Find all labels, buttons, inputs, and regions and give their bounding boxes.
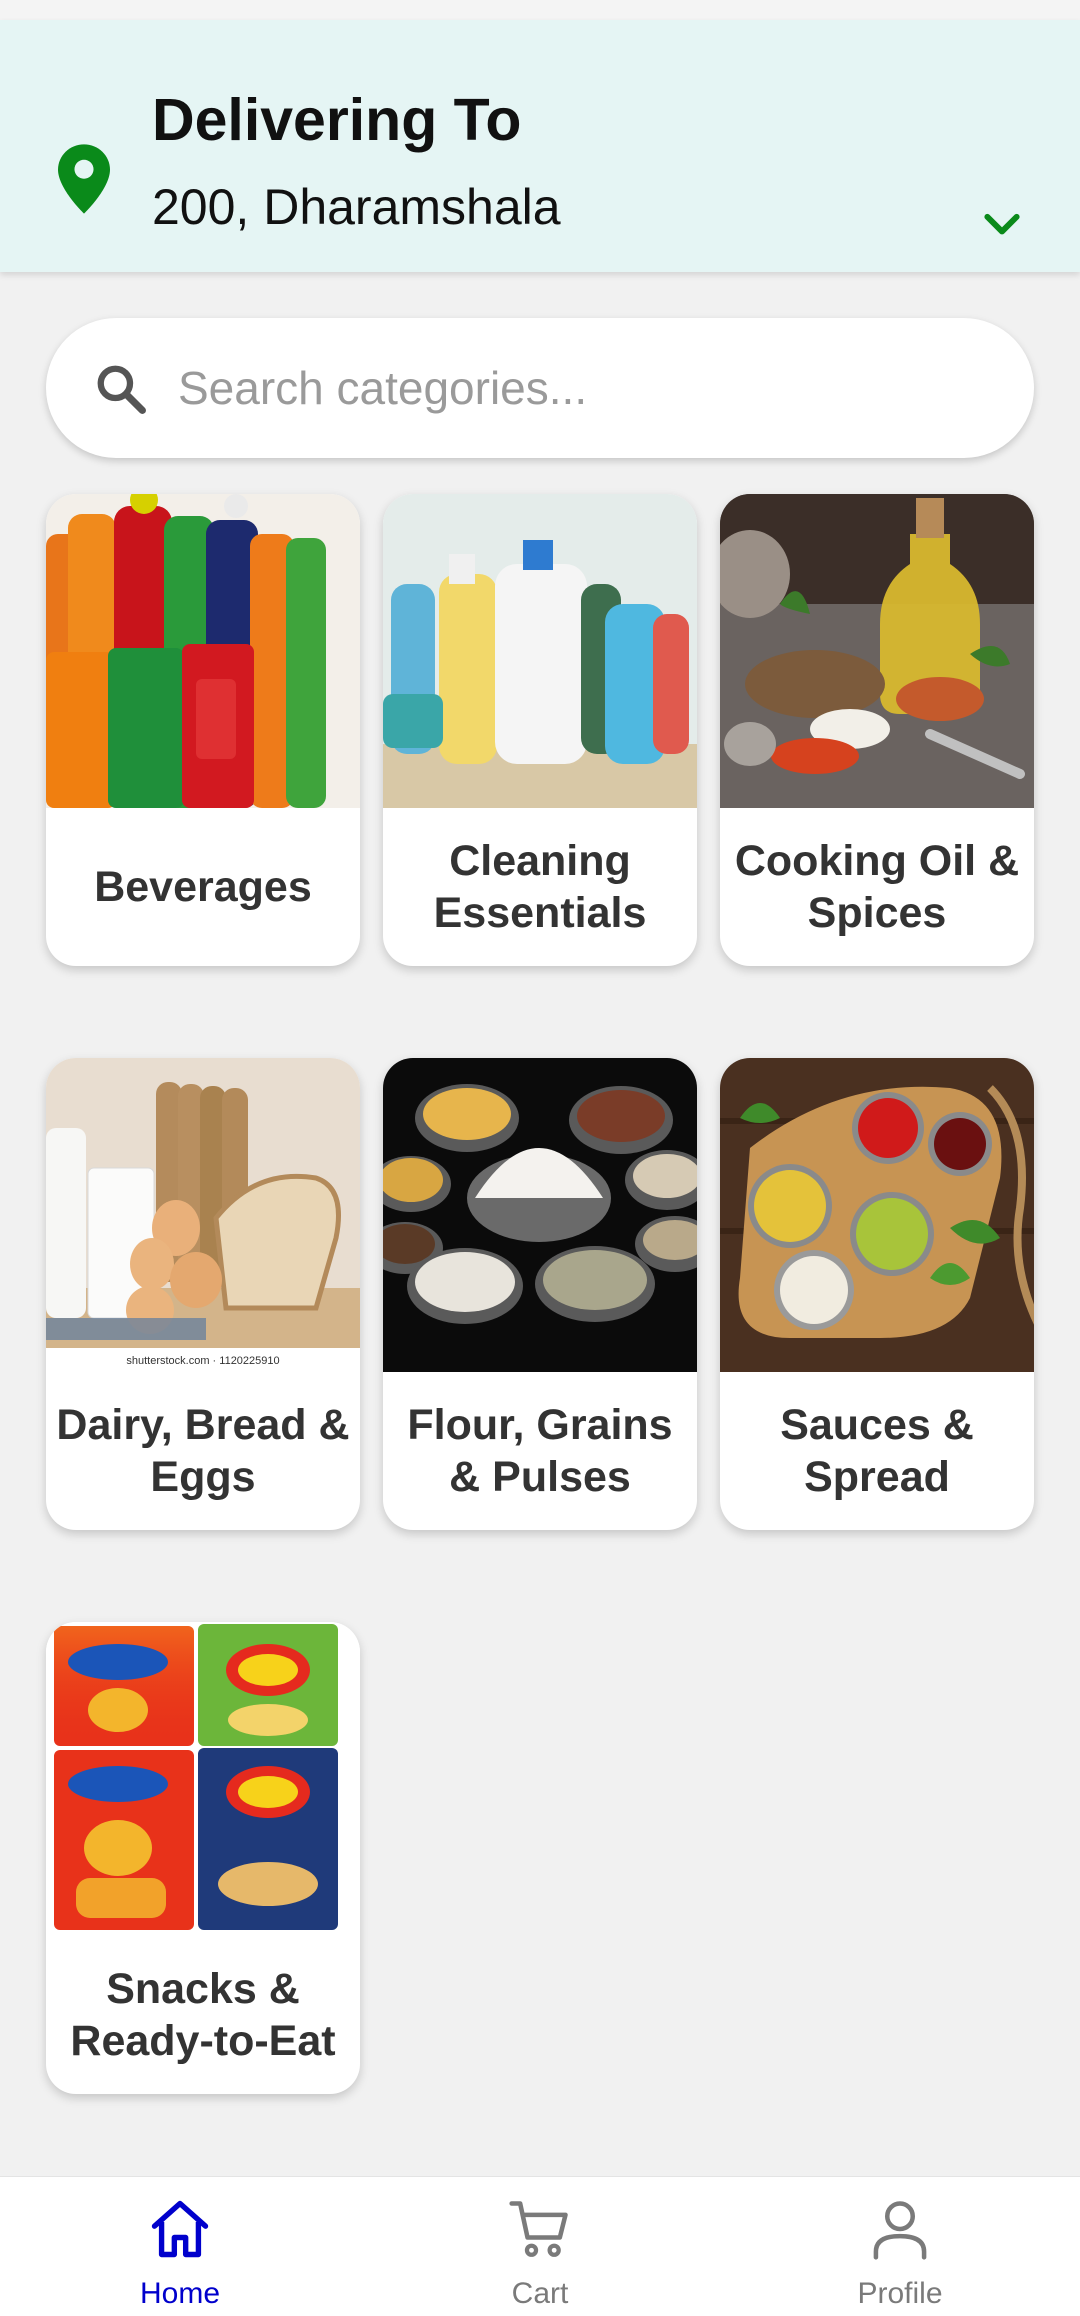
dairy-watermark: shutterstock.com · 1120225910 [126, 1355, 279, 1367]
nav-cart[interactable]: Cart [360, 2177, 720, 2316]
cart-icon [509, 2201, 568, 2257]
category-label: Flour, Grains & Pulses [407, 1400, 673, 1501]
nav-home[interactable]: Home [0, 2177, 360, 2316]
search-icon [97, 365, 146, 414]
delivery-header[interactable]: Delivering To 200, Dharamshala [0, 20, 1080, 272]
status-bar [0, 0, 1080, 20]
category-card-beverages[interactable]: Beverages [46, 494, 360, 966]
cleaning-image [383, 494, 697, 808]
grains-image [383, 1058, 697, 1372]
home-icon [151, 2200, 209, 2258]
category-label: Snacks & Ready-to-Eat [70, 1964, 336, 2065]
category-label: Sauces & Spread [780, 1400, 974, 1501]
category-card-cooking-oil-spices[interactable]: Cooking Oil & Spices [720, 494, 1034, 966]
search-input[interactable] [178, 348, 998, 428]
category-label: Dairy, Bread & Eggs [56, 1400, 350, 1501]
category-card-dairy-bread-eggs[interactable]: shutterstock.com · 1120225910 Dairy, Bre… [46, 1058, 360, 1530]
delivery-address[interactable]: 200, Dharamshala [152, 178, 561, 236]
nav-cart-label: Cart [511, 2277, 569, 2310]
category-card-snacks-ready-to-eat[interactable]: Snacks & Ready-to-Eat [46, 1622, 360, 2094]
bottom-navigation: Home Cart Profile [0, 2176, 1080, 2316]
location-pin-icon [58, 144, 110, 214]
delivering-to-title: Delivering To [152, 87, 522, 153]
category-label: Cleaning Essentials [433, 836, 647, 937]
oil-spices-image [720, 494, 1034, 808]
chevron-down-icon[interactable] [980, 204, 1024, 248]
nav-home-label: Home [139, 2277, 221, 2310]
category-label: Beverages [94, 862, 312, 911]
beverages-image [46, 494, 360, 808]
dairy-image: shutterstock.com · 1120225910 [46, 1058, 360, 1372]
category-card-cleaning-essentials[interactable]: Cleaning Essentials [383, 494, 697, 966]
sauces-image [720, 1058, 1034, 1372]
profile-icon [873, 2201, 927, 2260]
snacks-image [46, 1622, 360, 1936]
nav-profile[interactable]: Profile [720, 2177, 1080, 2316]
search-bar[interactable] [46, 318, 1034, 458]
category-card-flour-grains-pulses[interactable]: Flour, Grains & Pulses [383, 1058, 697, 1530]
nav-profile-label: Profile [857, 2277, 943, 2310]
category-label: Cooking Oil & Spices [734, 836, 1020, 937]
category-card-sauces-spread[interactable]: Sauces & Spread [720, 1058, 1034, 1530]
